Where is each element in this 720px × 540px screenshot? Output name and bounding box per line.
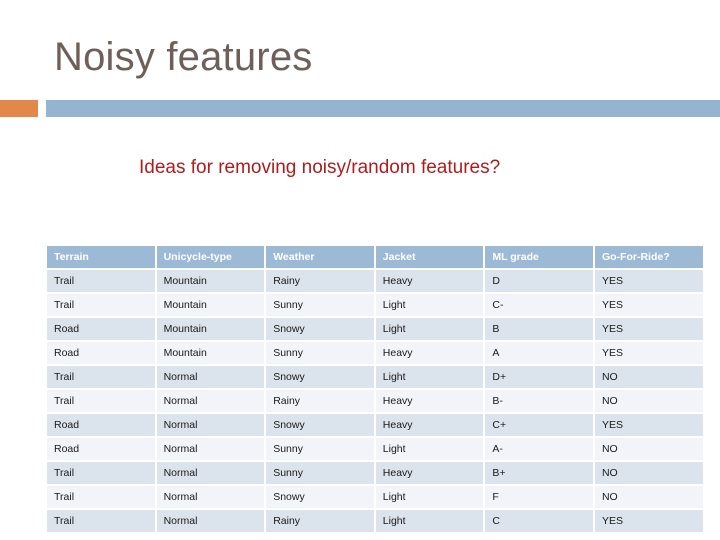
cell-weather: Rainy bbox=[266, 510, 374, 532]
table-row: Trail Normal Snowy Light F NO bbox=[47, 486, 703, 508]
column-header-go-for-ride: Go-For-Ride? bbox=[594, 246, 703, 268]
column-header-ml-grade: ML grade bbox=[485, 246, 593, 268]
data-table: Terrain Unicycle-type Weather Jacket ML … bbox=[45, 244, 705, 534]
table-row: Road Normal Sunny Light A- NO bbox=[47, 438, 703, 460]
cell-jacket: Light bbox=[375, 366, 484, 388]
cell-weather: Rainy bbox=[266, 270, 374, 292]
cell-ml-grade: B- bbox=[485, 390, 593, 412]
cell-unicycle-type: Normal bbox=[156, 486, 265, 508]
cell-ml-grade: D+ bbox=[485, 366, 593, 388]
cell-terrain: Road bbox=[47, 318, 155, 340]
column-header-jacket: Jacket bbox=[375, 246, 484, 268]
cell-terrain: Trail bbox=[47, 270, 155, 292]
cell-jacket: Light bbox=[375, 318, 484, 340]
cell-go-for-ride: YES bbox=[594, 294, 703, 316]
cell-weather: Sunny bbox=[266, 462, 374, 484]
cell-unicycle-type: Normal bbox=[156, 510, 265, 532]
divider-bar bbox=[46, 100, 720, 117]
cell-weather: Sunny bbox=[266, 438, 374, 460]
cell-terrain: Trail bbox=[47, 390, 155, 412]
cell-ml-grade: C+ bbox=[485, 414, 593, 436]
column-header-weather: Weather bbox=[266, 246, 374, 268]
table-row: Road Mountain Snowy Light B YES bbox=[47, 318, 703, 340]
cell-jacket: Light bbox=[375, 486, 484, 508]
cell-weather: Snowy bbox=[266, 486, 374, 508]
cell-jacket: Heavy bbox=[375, 390, 484, 412]
cell-go-for-ride: YES bbox=[594, 414, 703, 436]
table-row: Trail Mountain Rainy Heavy D YES bbox=[47, 270, 703, 292]
cell-unicycle-type: Normal bbox=[156, 414, 265, 436]
cell-terrain: Trail bbox=[47, 462, 155, 484]
cell-ml-grade: C bbox=[485, 510, 593, 532]
cell-terrain: Road bbox=[47, 414, 155, 436]
divider-accent-block bbox=[0, 100, 38, 117]
table-row: Trail Normal Rainy Heavy B- NO bbox=[47, 390, 703, 412]
table-row: Road Mountain Sunny Heavy A YES bbox=[47, 342, 703, 364]
cell-unicycle-type: Mountain bbox=[156, 270, 265, 292]
cell-ml-grade: D bbox=[485, 270, 593, 292]
cell-ml-grade: F bbox=[485, 486, 593, 508]
cell-go-for-ride: YES bbox=[594, 318, 703, 340]
cell-go-for-ride: YES bbox=[594, 270, 703, 292]
cell-jacket: Light bbox=[375, 294, 484, 316]
cell-weather: Rainy bbox=[266, 390, 374, 412]
cell-weather: Snowy bbox=[266, 414, 374, 436]
cell-terrain: Road bbox=[47, 438, 155, 460]
cell-jacket: Heavy bbox=[375, 342, 484, 364]
cell-weather: Sunny bbox=[266, 294, 374, 316]
cell-terrain: Trail bbox=[47, 366, 155, 388]
cell-weather: Sunny bbox=[266, 342, 374, 364]
cell-terrain: Trail bbox=[47, 486, 155, 508]
cell-terrain: Trail bbox=[47, 510, 155, 532]
cell-unicycle-type: Mountain bbox=[156, 318, 265, 340]
cell-ml-grade: B+ bbox=[485, 462, 593, 484]
cell-unicycle-type: Normal bbox=[156, 438, 265, 460]
cell-unicycle-type: Mountain bbox=[156, 342, 265, 364]
cell-go-for-ride: YES bbox=[594, 342, 703, 364]
table-row: Trail Mountain Sunny Light C- YES bbox=[47, 294, 703, 316]
cell-go-for-ride: NO bbox=[594, 390, 703, 412]
cell-jacket: Heavy bbox=[375, 462, 484, 484]
cell-go-for-ride: NO bbox=[594, 366, 703, 388]
cell-terrain: Trail bbox=[47, 294, 155, 316]
title-divider bbox=[0, 100, 720, 117]
column-header-terrain: Terrain bbox=[47, 246, 155, 268]
cell-ml-grade: A- bbox=[485, 438, 593, 460]
cell-jacket: Light bbox=[375, 438, 484, 460]
cell-go-for-ride: NO bbox=[594, 438, 703, 460]
cell-unicycle-type: Mountain bbox=[156, 294, 265, 316]
table-row: Trail Normal Rainy Light C YES bbox=[47, 510, 703, 532]
cell-unicycle-type: Normal bbox=[156, 366, 265, 388]
cell-ml-grade: B bbox=[485, 318, 593, 340]
cell-unicycle-type: Normal bbox=[156, 462, 265, 484]
cell-weather: Snowy bbox=[266, 366, 374, 388]
table-header-row: Terrain Unicycle-type Weather Jacket ML … bbox=[47, 246, 703, 268]
table-row: Trail Normal Snowy Light D+ NO bbox=[47, 366, 703, 388]
cell-go-for-ride: YES bbox=[594, 510, 703, 532]
table-body: Trail Mountain Rainy Heavy D YES Trail M… bbox=[47, 270, 703, 532]
data-table-container: Terrain Unicycle-type Weather Jacket ML … bbox=[47, 246, 703, 532]
subtitle-question: Ideas for removing noisy/random features… bbox=[139, 157, 501, 178]
slide: Noisy features Ideas for removing noisy/… bbox=[0, 0, 720, 540]
cell-ml-grade: A bbox=[485, 342, 593, 364]
cell-jacket: Heavy bbox=[375, 270, 484, 292]
cell-jacket: Light bbox=[375, 510, 484, 532]
cell-weather: Snowy bbox=[266, 318, 374, 340]
column-header-unicycle-type: Unicycle-type bbox=[156, 246, 265, 268]
cell-jacket: Heavy bbox=[375, 414, 484, 436]
table-row: Road Normal Snowy Heavy C+ YES bbox=[47, 414, 703, 436]
table-header: Terrain Unicycle-type Weather Jacket ML … bbox=[47, 246, 703, 268]
cell-terrain: Road bbox=[47, 342, 155, 364]
cell-go-for-ride: NO bbox=[594, 486, 703, 508]
page-title: Noisy features bbox=[54, 35, 313, 79]
table-row: Trail Normal Sunny Heavy B+ NO bbox=[47, 462, 703, 484]
cell-unicycle-type: Normal bbox=[156, 390, 265, 412]
cell-go-for-ride: NO bbox=[594, 462, 703, 484]
cell-ml-grade: C- bbox=[485, 294, 593, 316]
